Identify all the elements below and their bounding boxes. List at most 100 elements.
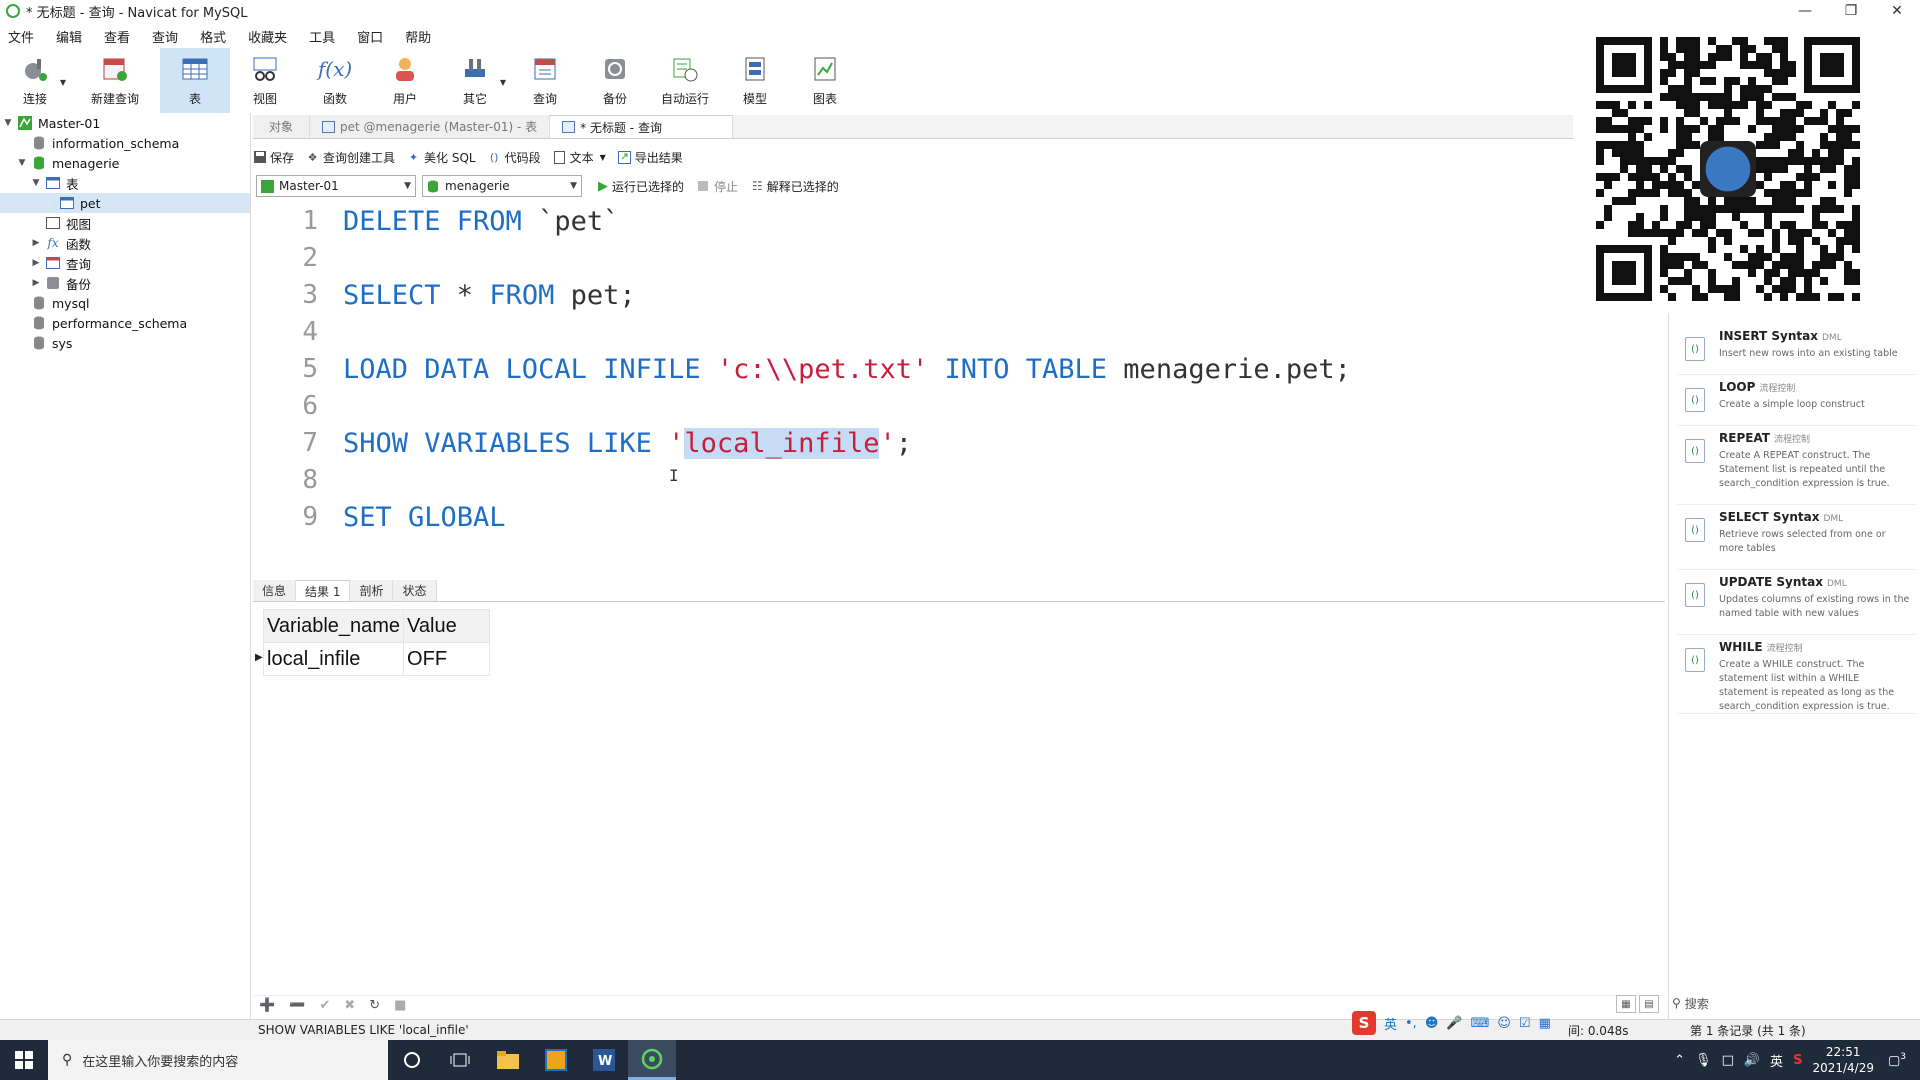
user-icon[interactable]: ☺ (1497, 1016, 1511, 1031)
others-button[interactable]: 其它 ▼ (440, 48, 510, 113)
menu-view[interactable]: 查看 (96, 27, 144, 46)
query-builder-button[interactable]: ❖ 查询创建工具 (306, 149, 395, 166)
connection-select[interactable]: Master-01 ▼ (256, 175, 416, 197)
tree-group-tables[interactable]: ▼ 表 (30, 173, 79, 193)
toolbox-icon[interactable]: ▦ (1539, 1016, 1551, 1031)
user-button[interactable]: 用户 (370, 48, 440, 113)
database-select[interactable]: menagerie ▼ (422, 175, 582, 197)
network-icon[interactable]: □ (1722, 1053, 1734, 1068)
skin-icon[interactable]: ☑ (1519, 1016, 1531, 1031)
snippet-update-syntax[interactable]: () UPDATE Syntax DML Updates columns of e… (1677, 571, 1917, 635)
tree-db-sys[interactable]: sys (16, 333, 72, 353)
code-snippet-button[interactable]: () 代码段 (488, 149, 541, 166)
connect-button[interactable]: 连接 ▼ (0, 48, 70, 113)
tree-group-queries[interactable]: ▶ 查询 (30, 253, 91, 273)
sogou-ime-icon[interactable]: S (1352, 1011, 1376, 1035)
tab-untitled-query[interactable]: * 无标题 - 查询 (550, 115, 733, 138)
stop-icon[interactable]: ■ (394, 998, 406, 1013)
menu-file[interactable]: 文件 (0, 27, 48, 46)
microphone-icon[interactable]: 🎙 (1695, 1053, 1712, 1068)
snippet-repeat[interactable]: () REPEAT 流程控制 Create A REPEAT construct.… (1677, 427, 1917, 505)
menu-favorites[interactable]: 收藏夹 (240, 27, 301, 46)
tree-group-backups[interactable]: ▶ 备份 (30, 273, 91, 293)
explain-selected-button[interactable]: ☷ 解释已选择的 (752, 178, 839, 195)
cortana-button[interactable] (388, 1040, 436, 1080)
dropdown-arrow-icon[interactable]: ▼ (500, 78, 506, 87)
snippet-while[interactable]: () WHILE 流程控制 Create a WHILE construct. T… (1677, 636, 1917, 714)
tree-db-information-schema[interactable]: information_schema (16, 133, 179, 153)
export-result-button[interactable]: 导出结果 (617, 149, 683, 166)
file-explorer-app[interactable] (484, 1040, 532, 1080)
menu-tools[interactable]: 工具 (301, 27, 349, 46)
snippet-select-syntax[interactable]: () SELECT Syntax DML Retrieve rows select… (1677, 506, 1917, 570)
input-language[interactable]: 英 (1770, 1051, 1783, 1070)
ime-language[interactable]: 英 (1384, 1014, 1397, 1033)
add-row-icon[interactable]: ➕ (259, 998, 275, 1013)
menu-query[interactable]: 查询 (144, 27, 192, 46)
menu-edit[interactable]: 编辑 (48, 27, 96, 46)
collapse-icon[interactable]: ▼ (16, 158, 28, 168)
dropdown-arrow-icon[interactable]: ▼ (600, 153, 606, 162)
tab-result-1[interactable]: 结果 1 (296, 580, 351, 601)
refresh-icon[interactable]: ↻ (369, 998, 380, 1013)
stop-button[interactable]: 停止 (698, 178, 738, 195)
word-app[interactable]: W (580, 1040, 628, 1080)
function-button[interactable]: f(x) 函数 (300, 48, 370, 113)
menu-help[interactable]: 帮助 (397, 27, 445, 46)
restore-button[interactable]: ❐ (1828, 0, 1874, 22)
chart-button[interactable]: 图表 (790, 48, 860, 113)
navicat-app[interactable] (628, 1040, 676, 1080)
notification-icon[interactable]: ▢3 (1888, 1052, 1906, 1068)
form-view-icon[interactable]: ▤ (1639, 995, 1659, 1013)
table-button[interactable]: 表 (160, 48, 230, 113)
discard-icon[interactable]: ✖ (344, 998, 355, 1013)
expand-icon[interactable]: ▶ (30, 238, 42, 248)
minimize-button[interactable]: — (1782, 0, 1828, 22)
grid-view-icon[interactable]: ▦ (1616, 995, 1636, 1013)
backup-button[interactable]: 备份 (580, 48, 650, 113)
chevron-up-icon[interactable]: ⌃ (1674, 1053, 1685, 1068)
tree-table-pet[interactable]: pet (0, 193, 250, 213)
keyboard-icon[interactable]: ⌨ (1471, 1016, 1490, 1031)
column-header[interactable]: Value (403, 609, 491, 643)
new-query-button[interactable]: 新建查询 (70, 48, 160, 113)
collapse-icon[interactable]: ▼ (30, 178, 42, 188)
volume-icon[interactable]: 🔊 (1744, 1053, 1760, 1068)
run-selected-button[interactable]: ▶ 运行已选择的 (598, 178, 684, 195)
tree-connection-master-01[interactable]: ▼ Master-01 (2, 113, 101, 133)
grid-cell[interactable]: local_infile (262, 642, 405, 676)
tree-group-views[interactable]: 视图 (30, 213, 91, 233)
tab-status[interactable]: 状态 (393, 580, 437, 601)
snippet-search-input[interactable]: ⚲ 搜索 (1672, 993, 1912, 1013)
query-button[interactable]: 查询 (510, 48, 580, 113)
view-button[interactable]: 视图 (230, 48, 300, 113)
tree-db-performance-schema[interactable]: performance_schema (16, 313, 187, 333)
task-view-button[interactable] (436, 1040, 484, 1080)
tree-group-functions[interactable]: ▶ fx 函数 (30, 233, 91, 253)
tab-pet-table[interactable]: pet @menagerie (Master-01) - 表 (310, 115, 551, 138)
text-button[interactable]: 文本 ▼ (553, 149, 606, 166)
taskbar-search-input[interactable]: ⚲ 在这里输入你要搜索的内容 (48, 1040, 388, 1080)
expand-icon[interactable]: ▶ (30, 278, 42, 288)
snippet-loop[interactable]: () LOOP 流程控制 Create a simple loop constru… (1677, 376, 1917, 426)
automation-button[interactable]: 自动运行 (650, 48, 720, 113)
tab-profile[interactable]: 剖析 (350, 580, 394, 601)
snippet-insert-syntax[interactable]: () INSERT Syntax DML Insert new rows into… (1677, 325, 1917, 375)
delete-row-icon[interactable]: ➖ (289, 998, 305, 1013)
apply-icon[interactable]: ✔ (319, 998, 330, 1013)
clock[interactable]: 22:51 2021/4/29 (1812, 1044, 1874, 1076)
close-button[interactable]: ✕ (1874, 0, 1920, 22)
microphone-icon[interactable]: 🎤 (1446, 1016, 1462, 1031)
edge-app[interactable] (532, 1040, 580, 1080)
start-button[interactable] (0, 1040, 48, 1080)
beautify-sql-button[interactable]: ✦ 美化 SQL (407, 149, 476, 166)
sql-editor[interactable]: 1 DELETE FROM `pet` 2 3 SELECT * FROM pe… (253, 203, 1665, 573)
tree-db-mysql[interactable]: mysql (16, 293, 90, 313)
emoji-icon[interactable]: ☻ (1425, 1016, 1439, 1031)
sogou-tray-icon[interactable]: S (1793, 1053, 1802, 1068)
table-row[interactable]: local_infile OFF (262, 642, 491, 676)
column-header[interactable]: Variable_name (262, 609, 405, 643)
model-button[interactable]: 模型 (720, 48, 790, 113)
expand-icon[interactable]: ▶ (30, 258, 42, 268)
tab-info[interactable]: 信息 (253, 580, 297, 601)
